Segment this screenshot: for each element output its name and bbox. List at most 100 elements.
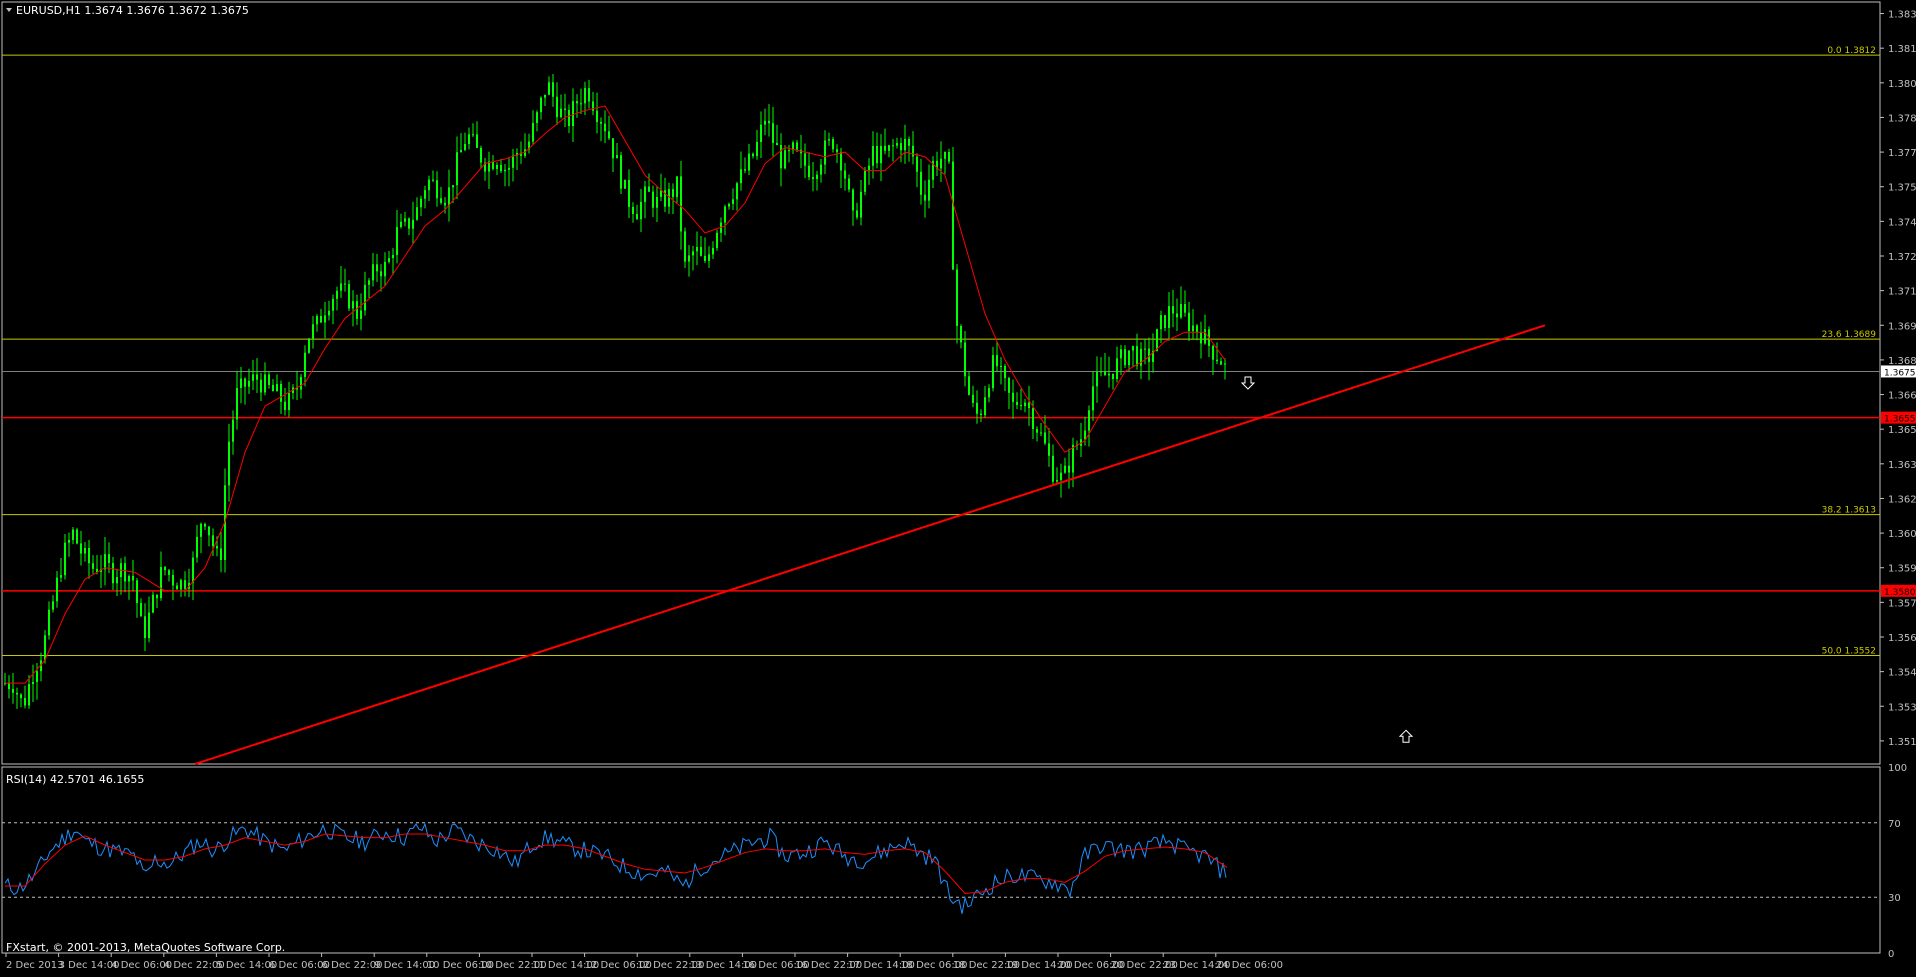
candle-body (324, 315, 326, 323)
candle-body (1044, 432, 1046, 444)
candle-body (776, 142, 778, 146)
candle-body (392, 255, 394, 259)
candle-body (456, 152, 458, 186)
candle-body (700, 246, 702, 256)
candle-body (564, 108, 566, 110)
candle-body (1100, 371, 1102, 373)
candle-body (1116, 358, 1118, 379)
candle-body (1172, 306, 1174, 314)
candle-body (896, 143, 898, 146)
candle-body (1140, 348, 1142, 366)
candle-body (60, 575, 62, 578)
candle-body (884, 145, 886, 151)
candle-body (380, 271, 382, 277)
candle-body (728, 203, 730, 207)
price-tick-label: 1.3605 (1888, 529, 1916, 540)
candle-body (284, 401, 286, 410)
candle-body (204, 523, 206, 527)
candle-body (260, 379, 262, 393)
candle-body (768, 120, 770, 124)
candle-body (592, 101, 594, 111)
candle-body (1028, 402, 1030, 409)
candle-body (760, 124, 762, 143)
candle-body (704, 255, 706, 261)
candle-body (584, 88, 586, 104)
candle-body (1204, 329, 1206, 344)
candle-body (740, 169, 742, 184)
candle-body (1016, 401, 1018, 405)
candle-body (372, 264, 374, 281)
candle-body (32, 682, 34, 685)
candle-body (56, 577, 58, 602)
candle-body (600, 121, 602, 124)
candle-body (736, 183, 738, 200)
candle-body (444, 202, 446, 206)
candle-body (772, 123, 774, 143)
candle-body (128, 576, 130, 582)
candle-body (560, 108, 562, 118)
candle-body (868, 165, 870, 171)
price-tick-label: 1.3680 (1888, 356, 1916, 367)
candle-body (464, 144, 466, 151)
candle-body (676, 176, 678, 198)
price-tick-label: 1.3665 (1888, 391, 1916, 402)
price-tick-label: 1.3785 (1888, 113, 1916, 124)
candle-body (132, 576, 134, 581)
candle-body (508, 167, 510, 170)
candle-body (216, 546, 218, 549)
candle-body (892, 145, 894, 147)
candle-body (200, 523, 202, 537)
price-level-label: 1.3655 (1884, 415, 1916, 425)
candle-body (980, 413, 982, 416)
candle-body (784, 150, 786, 169)
candle-body (448, 187, 450, 206)
candle-body (328, 310, 330, 316)
candle-body (144, 616, 146, 639)
candle-body (156, 594, 158, 599)
candle-body (248, 380, 250, 387)
time-tick-label: 24 Dec 06:00 (1216, 960, 1283, 971)
price-tick-label: 1.3755 (1888, 183, 1916, 194)
price-tick-label: 1.3800 (1888, 79, 1916, 90)
candle-body (276, 383, 278, 392)
candle-body (108, 554, 110, 563)
candle-body (264, 374, 266, 393)
candle-body (512, 155, 514, 168)
candle-body (976, 402, 978, 414)
candle-body (1012, 392, 1014, 402)
candle-body (836, 149, 838, 153)
candle-body (644, 186, 646, 202)
candle-body (532, 122, 534, 142)
candle-body (68, 539, 70, 543)
price-tick-label: 1.3575 (1888, 598, 1916, 609)
candle-body (828, 139, 830, 141)
candle-body (552, 82, 554, 97)
candle-body (116, 577, 118, 584)
candle-body (996, 355, 998, 367)
candle-body (136, 580, 138, 604)
candle-body (404, 218, 406, 222)
candle-body (364, 284, 366, 311)
candle-body (376, 264, 378, 272)
candle-body (848, 178, 850, 190)
candle-body (680, 176, 682, 232)
candle-body (236, 387, 238, 420)
price-chart-svg[interactable]: 0.0 1.3812 23.6 1.3689 38.2 1.3613 50.0 1.3… (0, 0, 1916, 973)
candle-body (124, 563, 126, 582)
candle-body (852, 189, 854, 211)
fibonacci-level-label: 0.0 1.3812 (1827, 46, 1876, 56)
candle-body (1144, 348, 1146, 350)
candle-body (1196, 325, 1198, 333)
candle-body (240, 378, 242, 388)
candle-body (212, 535, 214, 547)
time-tick-label: 2 Dec 2013 (6, 960, 64, 971)
candle-body (968, 376, 970, 395)
price-tick-label: 1.3740 (1888, 217, 1916, 228)
candle-body (748, 153, 750, 171)
candle-body (972, 394, 974, 403)
candle-body (432, 179, 434, 181)
candle-body (1200, 332, 1202, 344)
candle-body (924, 194, 926, 201)
rsi-tick-label: 0 (1888, 949, 1894, 960)
candle-body (308, 338, 310, 353)
